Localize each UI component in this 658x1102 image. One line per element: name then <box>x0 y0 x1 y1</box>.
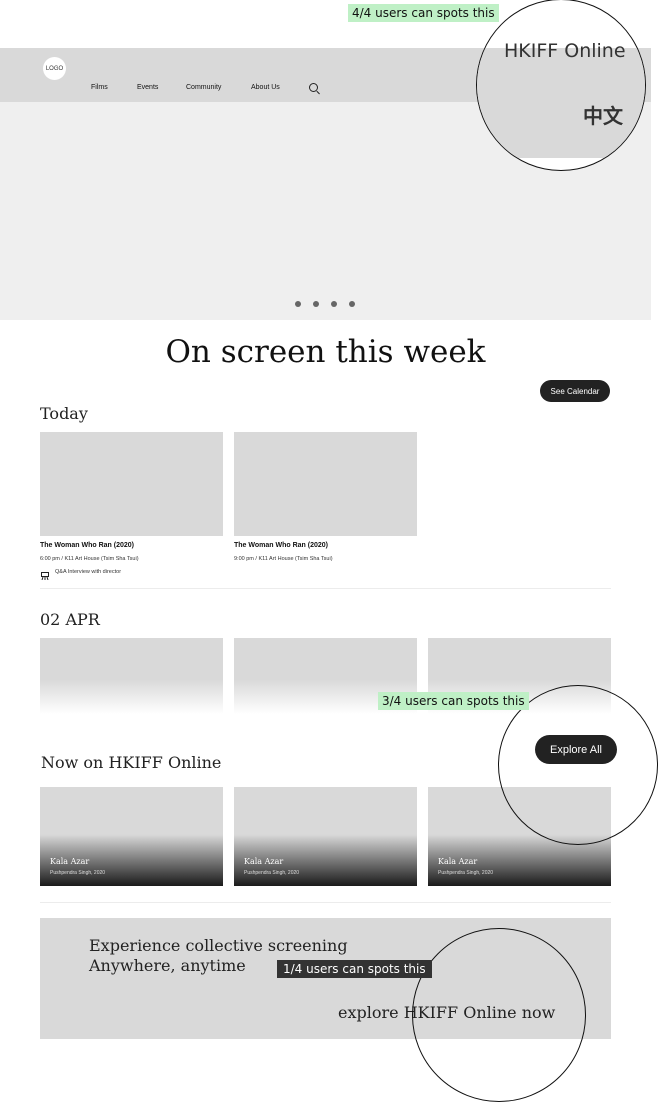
promo-line1: Experience collective screening <box>89 936 348 955</box>
see-calendar-button[interactable]: See Calendar <box>540 380 610 402</box>
zoom-lens: HKIFF Online 中文 <box>476 0 646 171</box>
nav-films[interactable]: Films <box>91 84 108 91</box>
divider <box>40 902 611 903</box>
online-film-title: Kala Azar <box>244 857 284 866</box>
film-poster[interactable] <box>234 432 417 536</box>
film-poster[interactable] <box>40 638 223 714</box>
nav-events[interactable]: Events <box>137 84 158 91</box>
section-online-heading: Now on HKIFF Online <box>41 753 222 772</box>
divider <box>40 588 611 589</box>
language-toggle[interactable]: 中文 <box>583 100 623 129</box>
carousel-dot[interactable] <box>295 301 301 307</box>
section-date-heading: 02 APR <box>40 610 100 629</box>
online-film-meta: Pushpendra Singh, 2020 <box>438 870 494 876</box>
nav-about-us[interactable]: About Us <box>251 84 280 91</box>
carousel-dot[interactable] <box>313 301 319 307</box>
search-icon[interactable] <box>309 83 318 92</box>
online-film-title: Kala Azar <box>438 857 478 866</box>
film-extra: Q&A Interview with director <box>55 569 122 575</box>
annotation-label: 1/4 users can spots this <box>277 960 432 978</box>
film-meta: 6:00 pm / K11 Art House (Tsim Sha Tsui) <box>40 556 139 562</box>
logo[interactable]: LOGO <box>43 57 66 80</box>
film-title[interactable]: The Woman Who Ran (2020) <box>40 542 134 549</box>
online-film-meta: Pushpendra Singh, 2020 <box>244 870 300 876</box>
page-title: On screen this week <box>165 334 486 370</box>
interview-icon <box>41 567 49 581</box>
hkiff-online-link[interactable]: HKIFF Online <box>504 40 626 62</box>
film-meta: 9:00 pm / K11 Art House (Tsim Sha Tsui) <box>234 556 333 562</box>
section-today-heading: Today <box>40 404 88 423</box>
film-title[interactable]: The Woman Who Ran (2020) <box>234 542 328 549</box>
zoom-lens <box>412 928 586 1102</box>
film-poster[interactable] <box>40 432 223 536</box>
nav-community[interactable]: Community <box>186 84 221 91</box>
annotation-label: 3/4 users can spots this <box>378 692 529 710</box>
online-film-meta: Pushpendra Singh, 2020 <box>50 870 106 876</box>
annotation-label: 4/4 users can spots this <box>348 4 499 22</box>
explore-all-button[interactable]: Explore All <box>535 735 617 764</box>
carousel-dot[interactable] <box>331 301 337 307</box>
carousel-dot[interactable] <box>349 301 355 307</box>
online-film-title: Kala Azar <box>50 857 90 866</box>
